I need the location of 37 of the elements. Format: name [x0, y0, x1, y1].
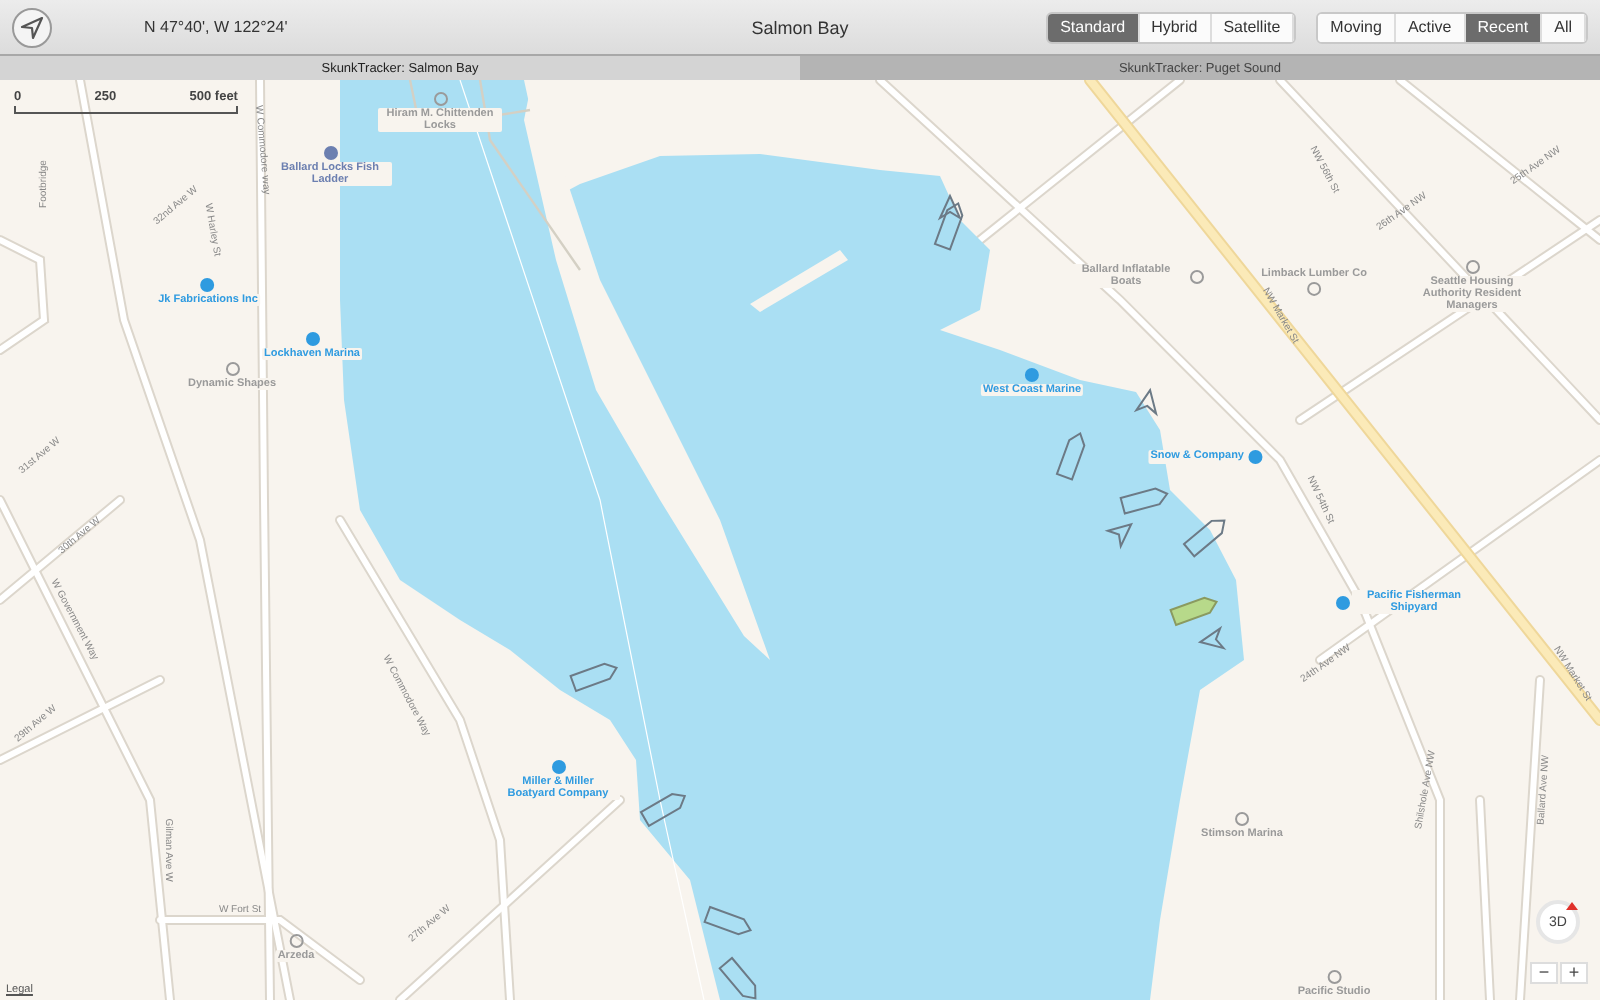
- location-button[interactable]: [12, 7, 52, 47]
- place-marker-icon[interactable]: [1307, 282, 1321, 296]
- boat-icon[interactable]: [569, 662, 619, 693]
- boat-icon[interactable]: [1119, 487, 1169, 515]
- location-arrow-icon: [20, 15, 44, 39]
- north-indicator-icon: [1566, 902, 1578, 910]
- place-marker-icon[interactable]: [289, 934, 303, 948]
- place-marker-icon[interactable]: [1190, 269, 1204, 284]
- heading-arrow-icon[interactable]: [937, 193, 963, 221]
- place-marker-icon[interactable]: [1235, 812, 1249, 826]
- place-marker-icon[interactable]: [225, 362, 239, 376]
- boat-icon[interactable]: [1055, 431, 1086, 481]
- heading-arrow-icon[interactable]: [1197, 625, 1227, 650]
- window-title: Salmon Bay: [751, 17, 849, 37]
- place-marker-icon[interactable]: [1465, 260, 1479, 274]
- zoom-in-button[interactable]: +: [1560, 962, 1588, 984]
- heading-arrow-icon[interactable]: [1133, 387, 1158, 417]
- place-marker-icon[interactable]: [305, 332, 319, 346]
- place-marker-icon[interactable]: [1327, 970, 1341, 984]
- place-marker-icon[interactable]: [1336, 595, 1350, 610]
- place-marker-icon[interactable]: [433, 92, 447, 106]
- filter-button[interactable]: Moving: [1318, 13, 1396, 41]
- filter-button[interactable]: Recent: [1465, 13, 1543, 41]
- heading-arrow-icon[interactable]: [1104, 522, 1134, 550]
- place-marker-icon[interactable]: [323, 146, 337, 160]
- zoom-out-button[interactable]: −: [1530, 962, 1558, 984]
- coordinates-label: N 47°40', W 122°24': [144, 18, 288, 36]
- boat-icon[interactable]: [933, 201, 964, 251]
- boat-icon[interactable]: [639, 793, 687, 828]
- place-marker-icon[interactable]: [201, 278, 215, 292]
- boat-icon[interactable]: [718, 956, 757, 1000]
- boat-icon[interactable]: [1169, 596, 1219, 627]
- boat-icon[interactable]: [1182, 519, 1226, 558]
- place-marker-icon[interactable]: [1248, 450, 1262, 464]
- boat-icon[interactable]: [703, 905, 753, 936]
- map-type-button[interactable]: Standard: [1048, 13, 1140, 41]
- place-marker-icon[interactable]: [551, 760, 565, 774]
